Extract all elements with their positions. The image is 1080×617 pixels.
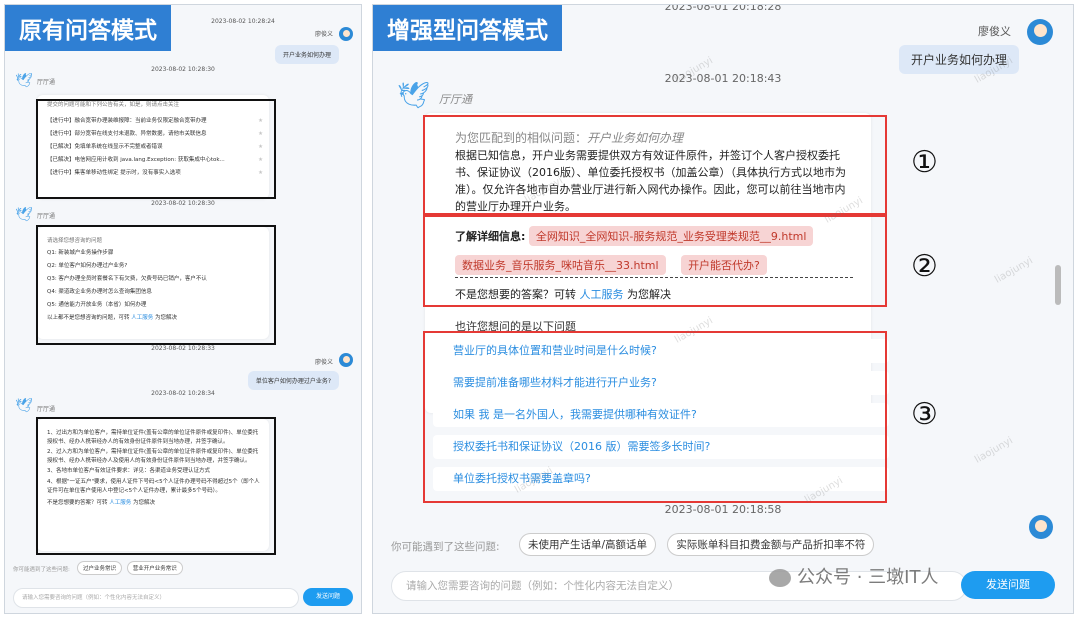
timestamp: 2023-08-02 10:28:30	[151, 66, 215, 73]
user-message-bubble: 开户业务如何办理	[898, 45, 1019, 74]
user-name: 廖俊义	[314, 359, 333, 366]
watermark: 公众号 · 三墩IT人	[769, 563, 938, 589]
scrollbar-thumb[interactable]	[1055, 265, 1061, 305]
timestamp: 2023-08-02 10:28:30	[151, 200, 215, 207]
suggest-tag[interactable]: 过户业务常识	[77, 561, 123, 575]
timestamp: 2023-08-01 20:18:58	[664, 503, 782, 516]
send-button[interactable]: 发送问题	[303, 588, 353, 606]
highlight-box	[36, 99, 276, 199]
highlight-box	[36, 417, 276, 555]
bottom-suggest-tag[interactable]: 未使用产生话单/高额话单	[519, 533, 657, 556]
timestamp: 2023-08-01 20:18:43	[664, 72, 782, 85]
left-panel-original-mode: 原有问答模式 2023-08-02 10:28:24 廖俊义 开户业务如何办理 …	[4, 4, 362, 614]
highlight-box-3	[423, 331, 887, 503]
wechat-icon	[769, 569, 791, 587]
bottom-suggest-tag[interactable]: 实际账单科目扣费金额与产品折扣率不符	[667, 533, 875, 556]
timestamp: 2023-08-02 10:28:33	[151, 345, 215, 352]
bot-bird-icon: 🕊	[15, 207, 33, 223]
right-panel-enhanced-mode: 增强型问答模式 2023-08-01 20:18:28 廖俊义 开户业务如何办理…	[372, 4, 1074, 614]
highlight-box-2	[423, 215, 887, 307]
user-avatar	[339, 353, 353, 367]
bot-name: 厅厅通	[37, 213, 56, 220]
bot-bird-icon: 🕊	[15, 73, 33, 89]
marker-1: ①	[911, 145, 938, 180]
brand-watermark: liaojunyi	[993, 255, 1035, 286]
highlight-box	[36, 225, 276, 345]
user-message-bubble: 单位客户如何办理过户业务?	[247, 371, 339, 390]
suggest-tags: 过户业务常识 营业开户业务常识	[77, 561, 183, 575]
brand-watermark: liaojunyi	[973, 435, 1015, 466]
bot-name: 厅厅通	[37, 79, 56, 86]
user-avatar	[1027, 19, 1053, 45]
user-message-bubble: 开户业务如何办理	[274, 45, 339, 64]
user-avatar	[1029, 515, 1053, 539]
bot-name: 厅厅通	[37, 406, 56, 413]
bot-bird-icon: 🕊	[397, 81, 431, 111]
suggest-tag[interactable]: 营业开户业务常识	[126, 561, 183, 575]
bottom-suggest-tags: 未使用产生话单/高额话单 实际账单科目扣费金额与产品折扣率不符	[519, 533, 875, 556]
bot-name: 厅厅通	[439, 93, 472, 106]
bottom-suggest-label: 你可能遇到了这些问题:	[391, 541, 500, 553]
left-panel-title: 原有问答模式	[5, 5, 171, 51]
marker-2: ②	[911, 249, 938, 284]
user-name: 廖俊义	[314, 31, 333, 38]
user-avatar	[339, 27, 353, 41]
highlight-box-1	[423, 115, 887, 215]
question-input[interactable]: 请输入您需要咨询的问题（例如：个性化内容无法自定义）	[13, 588, 299, 608]
right-panel-title: 增强型问答模式	[373, 5, 562, 51]
timestamp: 2023-08-02 10:28:34	[151, 390, 215, 397]
suggest-label: 你可能遇到了这些问题:	[13, 567, 70, 573]
user-name: 廖俊义	[978, 25, 1011, 38]
send-button[interactable]: 发送问题	[961, 571, 1055, 599]
bot-bird-icon: 🕊	[15, 398, 33, 414]
marker-3: ③	[911, 397, 938, 432]
